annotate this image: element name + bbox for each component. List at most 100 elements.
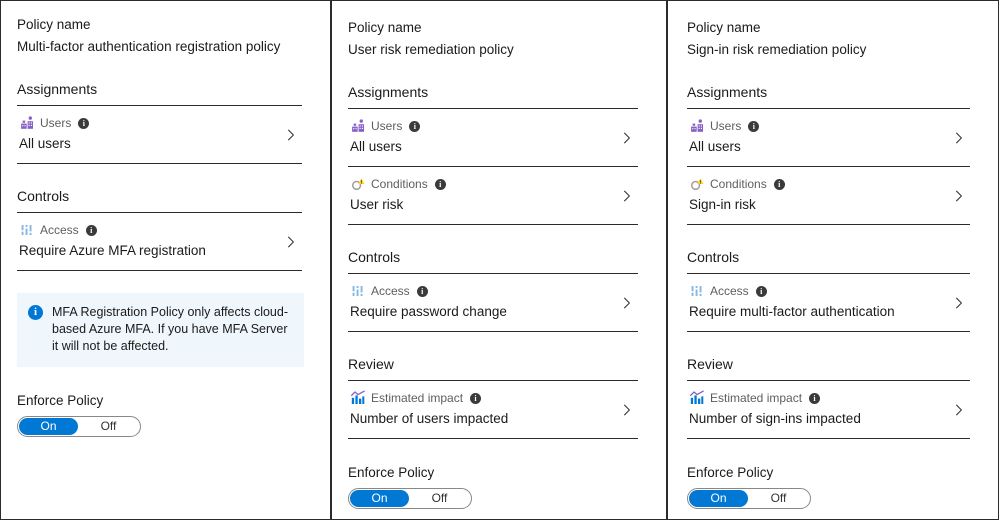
detail-row-header: Usersi — [689, 118, 970, 134]
section-title-controls: Controls — [17, 186, 302, 212]
toggle-on-option[interactable]: On — [689, 490, 748, 507]
info-icon[interactable]: i — [435, 179, 446, 190]
detail-row-kind: Access — [710, 283, 749, 299]
section-title-assignments: Assignments — [17, 79, 302, 105]
detail-row-users[interactable]: Usersi All users — [348, 109, 638, 167]
policy-name-label: Policy name — [17, 15, 302, 35]
chevron-right-icon — [284, 235, 298, 249]
toggle-on-option[interactable]: On — [350, 490, 409, 507]
info-icon[interactable]: i — [470, 393, 481, 404]
section-controls: Controls Accessi Require multi-factor auth… — [687, 247, 970, 332]
detail-row-header: Usersi — [19, 115, 302, 131]
detail-row-access[interactable]: Accessi Require Azure MFA registration — [17, 213, 302, 271]
detail-row-value: Require multi-factor authentication — [689, 302, 970, 322]
toggle-off-option[interactable]: Off — [748, 490, 809, 507]
detail-row-value: Number of sign-ins impacted — [689, 409, 970, 429]
access-icon — [350, 283, 366, 299]
detail-row-value: All users — [689, 137, 970, 157]
section-review: Review Estimated impacti Number of users i… — [348, 354, 638, 439]
enforce-policy-block: Enforce Policy OnOff — [687, 463, 970, 509]
detail-row-kind: Conditions — [371, 176, 428, 192]
users-icon — [350, 118, 366, 134]
detail-row-value: All users — [19, 134, 302, 154]
chevron-right-icon — [284, 128, 298, 142]
detail-row-value: Sign-in risk — [689, 195, 970, 215]
detail-row-access[interactable]: Accessi Require multi-factor authenticati… — [687, 274, 970, 332]
toggle-off-option[interactable]: Off — [78, 418, 139, 435]
section-title-review: Review — [687, 354, 970, 380]
enforce-policy-label: Enforce Policy — [17, 391, 302, 411]
info-icon[interactable]: i — [86, 225, 97, 236]
chevron-right-icon — [620, 403, 634, 417]
detail-row-header: Estimated impact i — [689, 390, 970, 406]
detail-row-header: Accessi — [19, 222, 302, 238]
detail-row-estimated-impact[interactable]: Estimated impact i Number of sign-ins impa… — [687, 381, 970, 439]
section-title-controls: Controls — [348, 247, 638, 273]
detail-row-value: Require Azure MFA registration — [19, 241, 302, 261]
toggle-on-option[interactable]: On — [19, 418, 78, 435]
enforce-policy-label: Enforce Policy — [687, 463, 970, 483]
info-icon[interactable]: i — [756, 286, 767, 297]
detail-row-header: Usersi — [350, 118, 638, 134]
estimated-impact-icon — [350, 390, 366, 406]
info-icon[interactable]: i — [748, 121, 759, 132]
chevron-right-icon — [952, 189, 966, 203]
detail-row-value: User risk — [350, 195, 638, 215]
detail-row-users[interactable]: Usersi All users — [687, 109, 970, 167]
detail-row-kind: Users — [40, 115, 71, 131]
info-banner-icon: i — [28, 305, 43, 320]
conditions-icon — [350, 176, 366, 192]
detail-row-estimated-impact[interactable]: Estimated impacti Number of users impacte… — [348, 381, 638, 439]
section-title-assignments: Assignments — [687, 82, 970, 108]
toggle-off-option[interactable]: Off — [409, 490, 470, 507]
info-banner-text: MFA Registration Policy only affects clo… — [52, 304, 292, 355]
section-title-assignments: Assignments — [348, 82, 638, 108]
info-icon[interactable]: i — [774, 179, 785, 190]
section-assignments: Assignments Usersi All users — [17, 79, 302, 164]
enforce-policy-block: Enforce Policy OnOff — [348, 463, 638, 509]
detail-row-value: Require password change — [350, 302, 638, 322]
enforce-policy-toggle[interactable]: OnOff — [17, 416, 141, 437]
users-icon — [689, 118, 705, 134]
chevron-right-icon — [952, 296, 966, 310]
chevron-right-icon — [620, 189, 634, 203]
enforce-policy-toggle[interactable]: OnOff — [687, 488, 811, 509]
policy-name-value: User risk remediation policy — [348, 40, 638, 60]
info-icon[interactable]: i — [409, 121, 420, 132]
detail-row-header: Conditions i — [350, 176, 638, 192]
detail-row-kind: Conditions — [710, 176, 767, 192]
policy-panel-2: Policy nameUser risk remediation policyA… — [330, 1, 666, 519]
policy-panel-3: Policy nameSign-in risk remediation poli… — [666, 1, 998, 519]
section-controls: Controls Accessi Require Azure MFA registr… — [17, 186, 302, 271]
detail-row-value: All users — [350, 137, 638, 157]
enforce-policy-toggle[interactable]: OnOff — [348, 488, 472, 509]
info-banner: i MFA Registration Policy only affects cl… — [17, 293, 304, 367]
detail-row-users[interactable]: Usersi All users — [17, 106, 302, 164]
detail-row-access[interactable]: Accessi Require password change — [348, 274, 638, 332]
detail-row-kind: Users — [371, 118, 402, 134]
section-assignments: AssignmentsUsersiAll usersConditionsiSig… — [687, 82, 970, 225]
section-title-controls: Controls — [687, 247, 970, 273]
info-icon[interactable]: i — [417, 286, 428, 297]
detail-row-kind: Access — [371, 283, 410, 299]
detail-row-conditions[interactable]: Conditions i Sign-in risk — [687, 167, 970, 225]
detail-row-kind: Estimated impact — [710, 390, 802, 406]
enforce-policy-label: Enforce Policy — [348, 463, 638, 483]
info-icon[interactable]: i — [78, 118, 89, 129]
info-icon[interactable]: i — [809, 393, 820, 404]
detail-row-header: Estimated impacti — [350, 390, 638, 406]
detail-row-header: Accessi — [350, 283, 638, 299]
policy-name-value: Sign-in risk remediation policy — [687, 40, 970, 60]
policy-name-label: Policy name — [687, 18, 970, 38]
detail-row-header: Accessi — [689, 283, 970, 299]
detail-row-kind: Users — [710, 118, 741, 134]
chevron-right-icon — [620, 131, 634, 145]
detail-row-value: Number of users impacted — [350, 409, 638, 429]
section-controls: Controls Accessi Require password change — [348, 247, 638, 332]
conditions-icon — [689, 176, 705, 192]
detail-row-conditions[interactable]: Conditions i User risk — [348, 167, 638, 225]
users-icon — [19, 115, 35, 131]
section-title-review: Review — [348, 354, 638, 380]
policy-panel-1: Policy nameMulti-factor authentication r… — [1, 1, 330, 519]
detail-row-kind: Access — [40, 222, 79, 238]
